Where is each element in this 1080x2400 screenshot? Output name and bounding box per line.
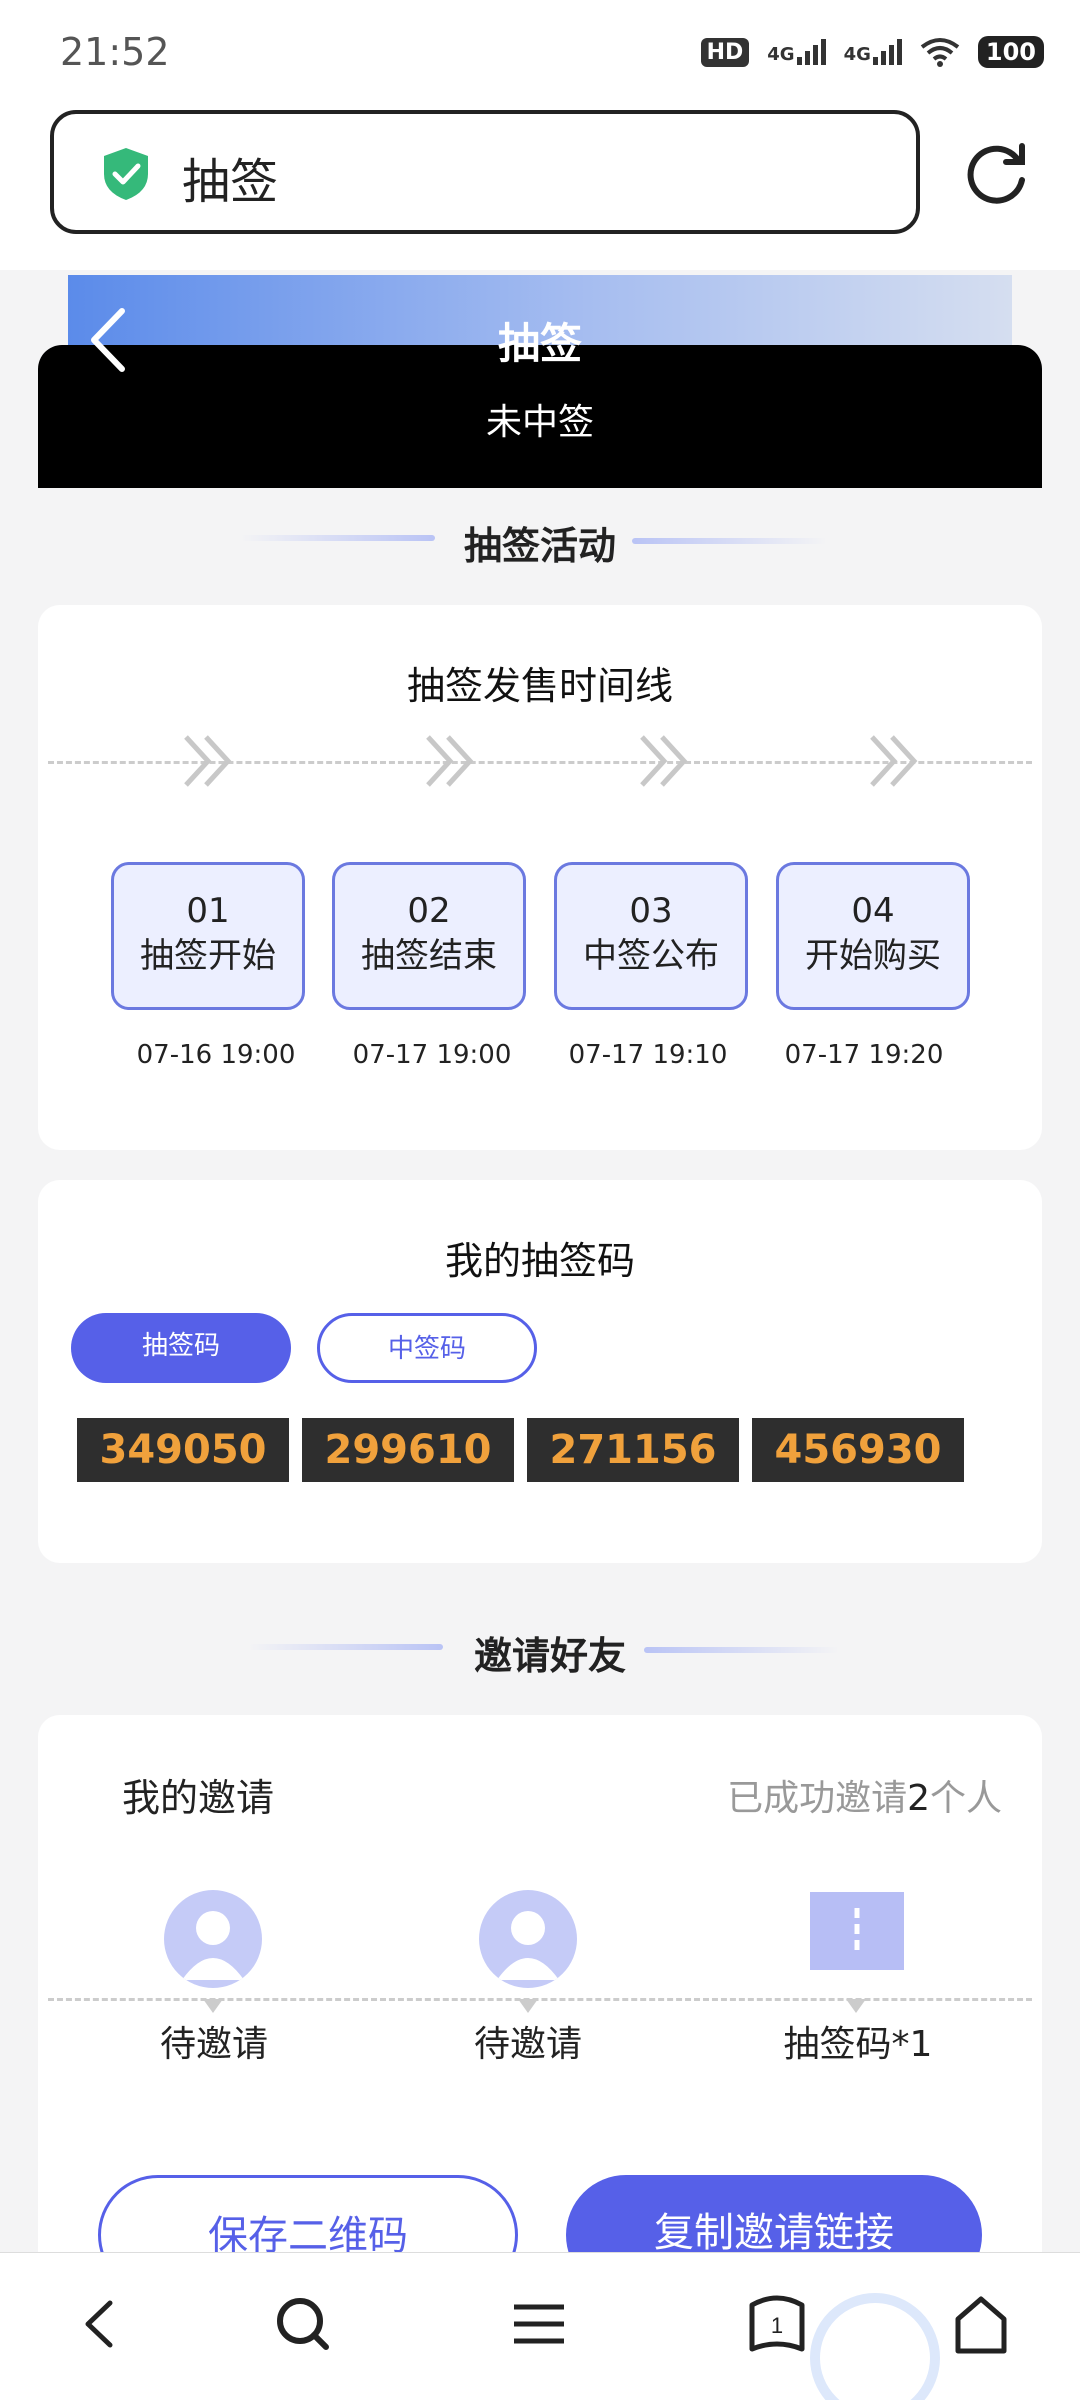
timeline-title: 抽签发售时间线 bbox=[406, 664, 673, 708]
chevron-right-icon bbox=[640, 735, 688, 787]
address-text[interactable]: 抽签 bbox=[182, 142, 278, 212]
svg-text:1: 1 bbox=[771, 2313, 783, 2338]
signal-4g-icon-1: 4G bbox=[767, 39, 826, 65]
invite-slot-label: 抽签码*1 bbox=[783, 2024, 933, 2065]
status-time: 21:52 bbox=[60, 30, 170, 74]
timeline-card: 抽签发售时间线 01 抽签开始 02 抽签结束 03 中签公布 04 开始购买 07-1… bbox=[38, 605, 1042, 1150]
pointer-icon bbox=[518, 1999, 538, 2013]
hd-icon: HD bbox=[700, 37, 750, 67]
page-title: 抽签 bbox=[497, 319, 582, 368]
step-date: 07-17 19:00 bbox=[352, 1040, 512, 1070]
wifi-icon bbox=[920, 38, 960, 67]
home-icon[interactable] bbox=[946, 2289, 1016, 2359]
menu-icon[interactable] bbox=[504, 2289, 574, 2359]
draw-code: 271156 bbox=[527, 1418, 739, 1482]
signal-4g-icon-2: 4G bbox=[844, 39, 902, 65]
tab-winning-code[interactable]: 中签码 bbox=[317, 1313, 537, 1383]
codes-card: 我的抽签码 抽签码 中签码 349050 299610 271156 45693… bbox=[38, 1180, 1042, 1563]
status-bar: 21:52 HD 4G 4G 100 bbox=[0, 0, 1080, 110]
floating-widget-icon[interactable] bbox=[810, 2293, 940, 2400]
status-icons: HD 4G 4G 100 bbox=[700, 36, 1044, 68]
codes-title: 我的抽签码 bbox=[444, 1239, 635, 1283]
invite-success-text: 已成功邀请2个人 bbox=[727, 1778, 1002, 1819]
invite-slot-label: 待邀请 bbox=[159, 2024, 268, 2065]
shield-check-icon bbox=[104, 148, 148, 200]
invite-dashed-line bbox=[48, 1998, 1032, 2001]
chevron-right-icon bbox=[184, 735, 232, 787]
invite-slot-label: 待邀请 bbox=[473, 2024, 582, 2065]
step-date: 07-17 19:20 bbox=[784, 1040, 944, 1070]
chevron-right-icon bbox=[870, 735, 918, 787]
tabs-icon[interactable]: 1 bbox=[742, 2289, 812, 2359]
search-icon[interactable] bbox=[268, 2289, 338, 2359]
reload-icon[interactable] bbox=[962, 140, 1032, 210]
avatar-placeholder-icon bbox=[479, 1890, 577, 1988]
section-title-invite: 邀请好友 bbox=[473, 1634, 626, 1678]
timeline-step: 04 开始购买 bbox=[776, 862, 970, 1010]
ticket-icon bbox=[810, 1892, 904, 1970]
back-icon[interactable] bbox=[66, 2289, 136, 2359]
timeline-step: 01 抽签开始 bbox=[111, 862, 305, 1010]
step-date: 07-16 19:00 bbox=[136, 1040, 296, 1070]
timeline-step: 03 中签公布 bbox=[554, 862, 748, 1010]
avatar-placeholder-icon bbox=[164, 1890, 262, 1988]
tab-draw-code[interactable]: 抽签码 bbox=[71, 1313, 291, 1383]
invite-card: 我的邀请 已成功邀请2个人 待邀请 待邀请 抽签码*1 保存二维码 复制邀请链接 bbox=[38, 1715, 1042, 2295]
my-invite-label: 我的邀请 bbox=[122, 1776, 275, 1820]
pointer-icon bbox=[203, 1999, 223, 2013]
draw-code: 349050 bbox=[77, 1418, 289, 1482]
battery-icon: 100 bbox=[977, 36, 1044, 68]
address-bar[interactable]: 抽签 bbox=[50, 110, 920, 234]
draw-code: 456930 bbox=[752, 1418, 964, 1482]
pointer-icon bbox=[846, 1999, 866, 2013]
step-date: 07-17 19:10 bbox=[568, 1040, 728, 1070]
timeline-step: 02 抽签结束 bbox=[332, 862, 526, 1010]
back-icon[interactable] bbox=[88, 305, 128, 375]
browser-nav-bar: 1 bbox=[0, 2252, 1080, 2400]
draw-result-text: 未中签 bbox=[485, 402, 594, 443]
chevron-right-icon bbox=[426, 735, 474, 787]
section-title-activity: 抽签活动 bbox=[463, 524, 616, 568]
draw-code: 299610 bbox=[302, 1418, 514, 1482]
